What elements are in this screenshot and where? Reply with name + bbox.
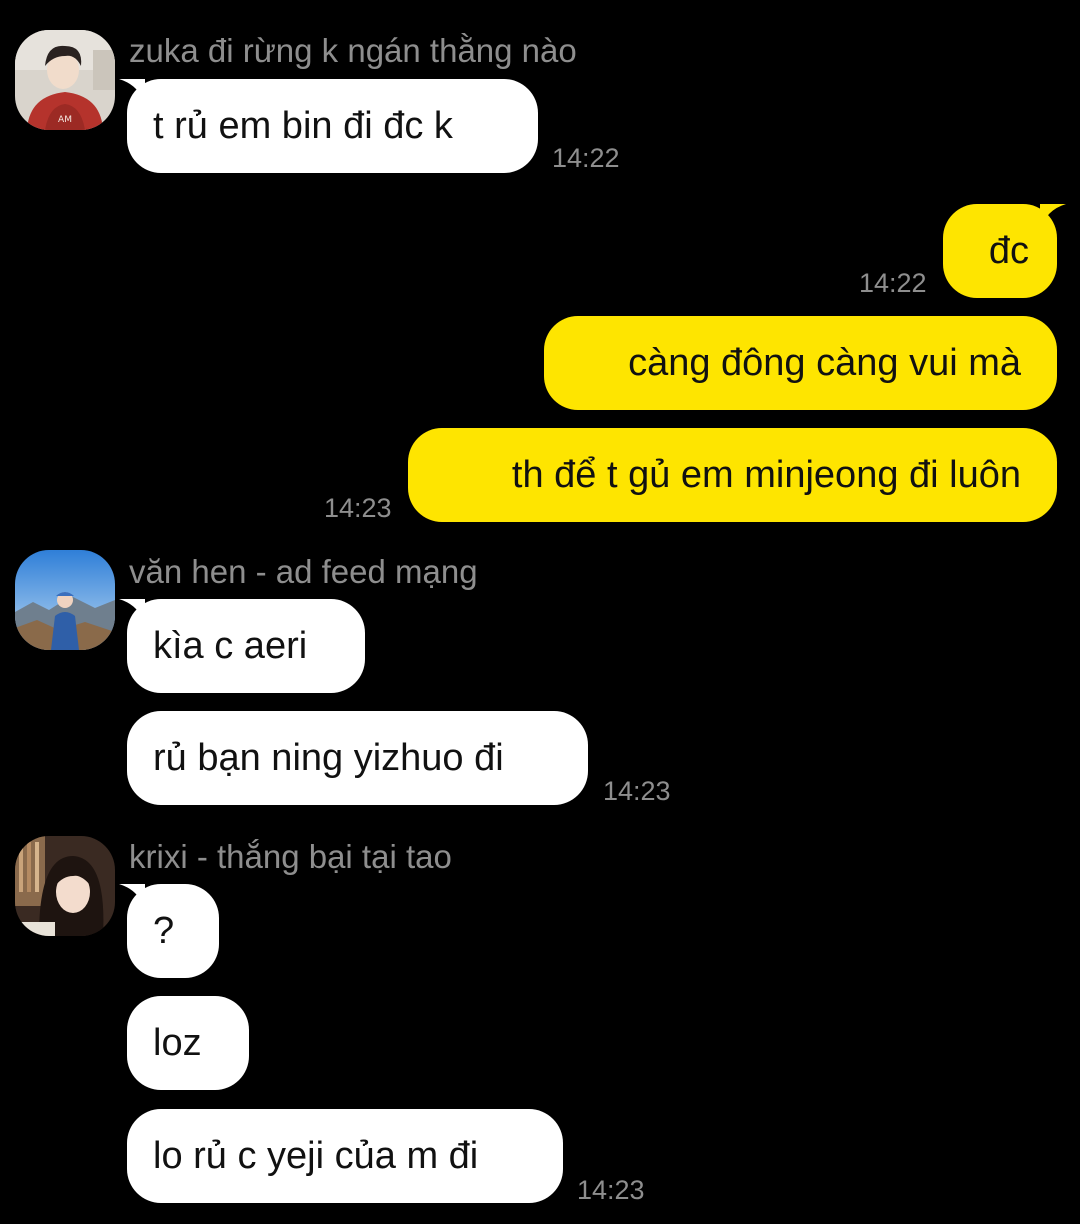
avatar-krixi-image	[15, 836, 115, 936]
message-text: đc	[988, 230, 1029, 272]
bubble-tail	[119, 599, 145, 625]
message-time: 14:22	[552, 143, 620, 173]
avatar[interactable]	[15, 550, 115, 650]
sender-name: zuka đi rừng k ngán thằng nào	[129, 32, 577, 69]
message-time: 14:23	[603, 776, 671, 806]
message-text: càng đông càng vui mà	[628, 342, 1021, 384]
svg-text:AM: AM	[58, 115, 72, 125]
message-text: ?	[153, 910, 175, 952]
message-bubble[interactable]: rủ bạn ning yizhuo đi	[127, 711, 588, 805]
avatar-zuka-image: AM	[15, 30, 115, 130]
message-text: lo rủ c yeji của m đi	[153, 1135, 479, 1177]
bubble-tail	[119, 79, 145, 105]
message-time: 14:23	[577, 1175, 645, 1205]
message-text: kìa c aeri	[153, 625, 308, 667]
message-text: loz	[153, 1022, 202, 1064]
message-time: 14:23	[324, 493, 392, 523]
sender-name: krixi - thắng bại tại tao	[129, 838, 452, 875]
message-bubble[interactable]: loz	[127, 996, 249, 1090]
avatar[interactable]: AM	[15, 30, 115, 130]
message-bubble-outgoing[interactable]: càng đông càng vui mà	[544, 316, 1057, 410]
message-time: 14:22	[859, 268, 927, 298]
message-bubble[interactable]: t rủ em bin đi đc k	[127, 79, 538, 173]
message-bubble-outgoing[interactable]: th để t gủ em minjeong đi luôn	[408, 428, 1057, 522]
message-bubble[interactable]: lo rủ c yeji của m đi	[127, 1109, 563, 1203]
message-text: th để t gủ em minjeong đi luôn	[511, 454, 1021, 496]
message-text: rủ bạn ning yizhuo đi	[153, 737, 504, 779]
bubble-tail	[1040, 204, 1066, 230]
message-bubble[interactable]: kìa c aeri	[127, 599, 365, 693]
sender-name: văn hen - ad feed mạng	[129, 553, 478, 590]
avatar[interactable]	[15, 836, 115, 936]
message-text: t rủ em bin đi đc k	[153, 105, 453, 147]
bubble-tail	[119, 884, 145, 910]
avatar-van-hen-image	[15, 550, 115, 650]
